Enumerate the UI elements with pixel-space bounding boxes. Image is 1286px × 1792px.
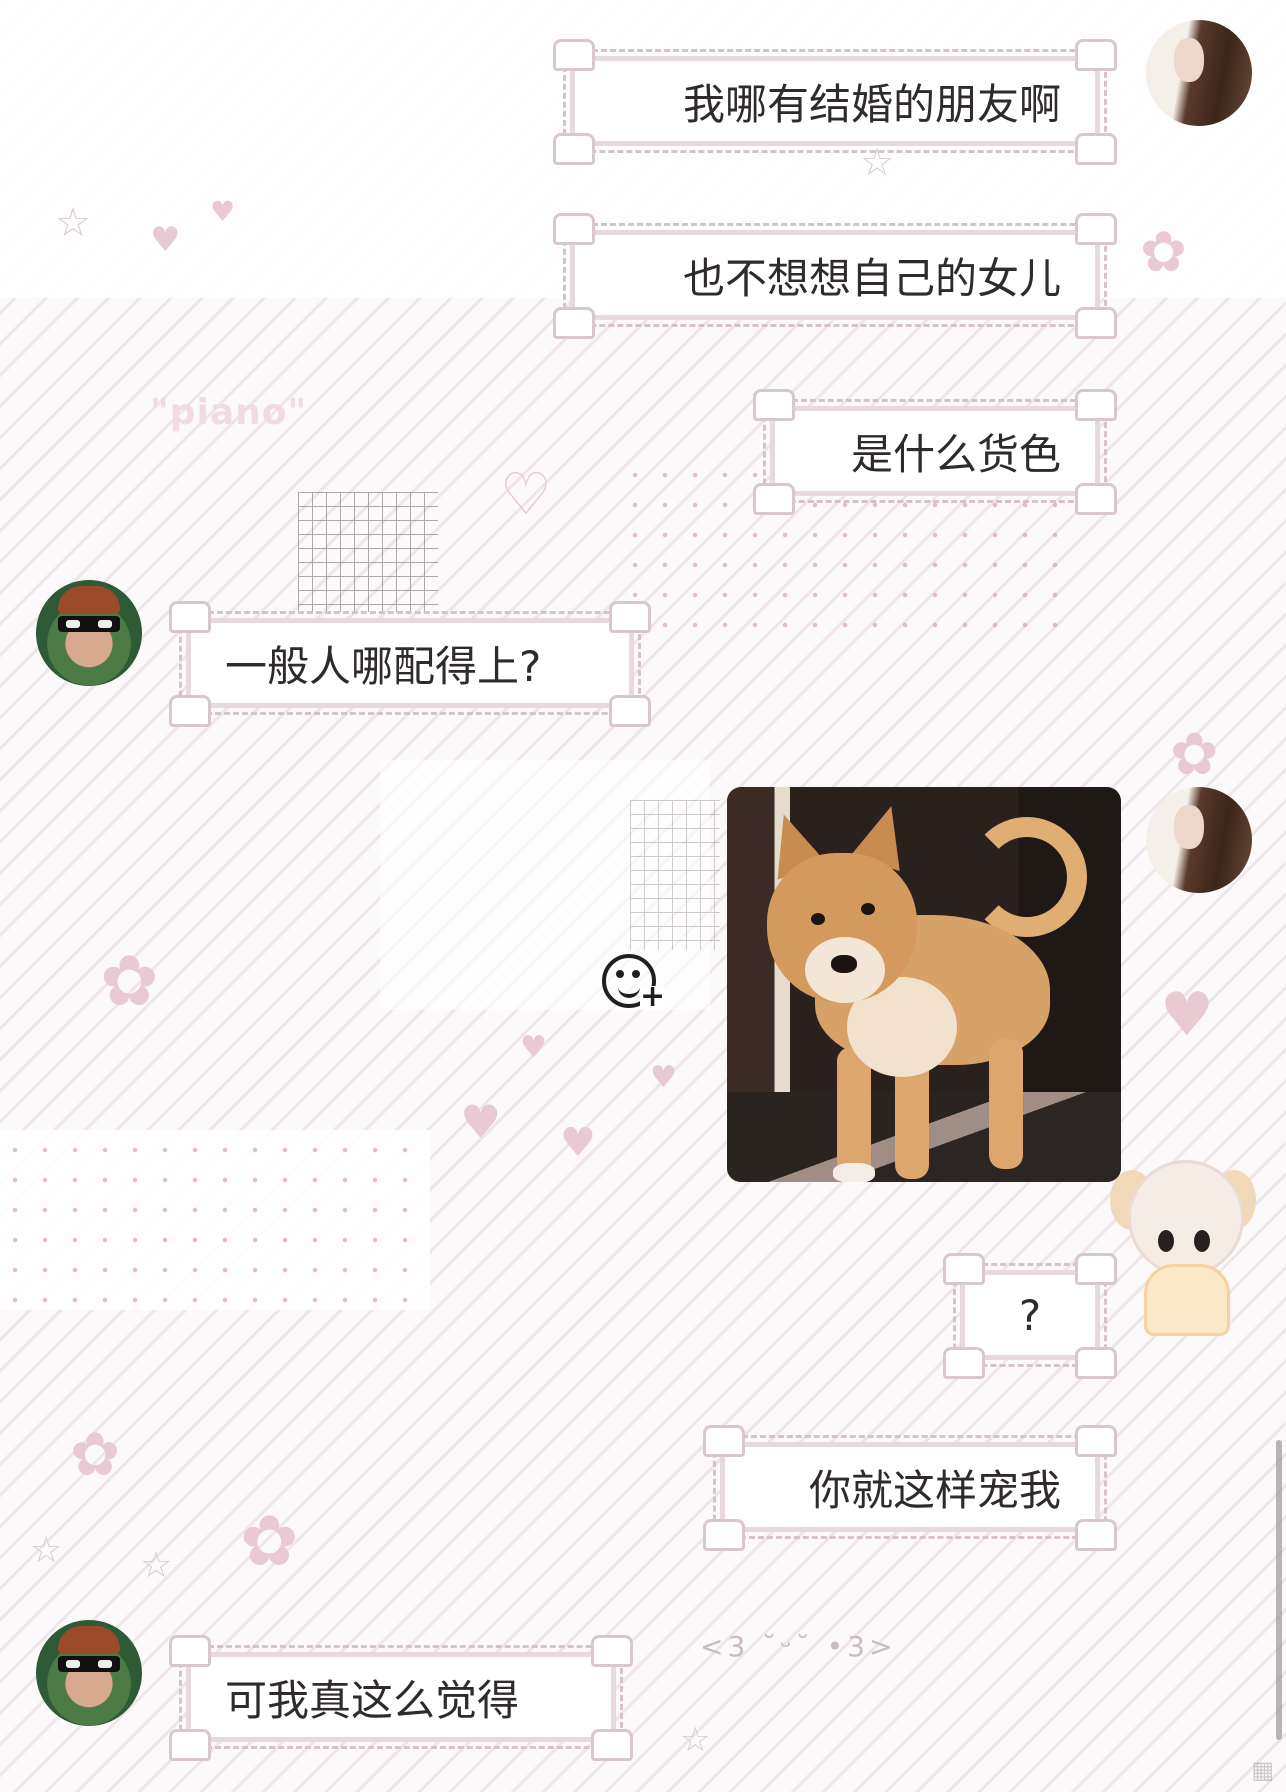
dot-pattern <box>0 1135 420 1305</box>
donut-icon: ♡ <box>500 460 552 528</box>
message-text: 也不想想自己的女儿 <box>682 253 1061 303</box>
message-bubble-outgoing[interactable]: 是什么货色 <box>753 389 1117 515</box>
sender-avatar-boy[interactable] <box>36 1620 142 1726</box>
watermark-logo: ▦ <box>1251 1756 1274 1784</box>
grid-pattern <box>630 800 720 950</box>
heart-icon: ♥ <box>520 1030 547 1065</box>
message-bubble-outgoing[interactable]: 你就这样宠我 <box>703 1425 1117 1551</box>
star-icon: ☆ <box>860 140 895 184</box>
message-bubble-incoming[interactable]: 一般人哪配得上? <box>169 601 651 727</box>
message-bubble-outgoing[interactable]: 我哪有结婚的朋友啊 <box>553 39 1117 165</box>
message-bubble-outgoing[interactable]: 也不想想自己的女儿 <box>553 213 1117 339</box>
grid-pattern <box>298 492 438 612</box>
heart-icon: ♥ <box>560 1120 596 1166</box>
heart-icon: ♥ <box>210 195 236 228</box>
sender-avatar-girl[interactable] <box>1146 787 1252 893</box>
sender-avatar-girl[interactable] <box>1146 20 1252 126</box>
sender-avatar-boy[interactable] <box>36 580 142 686</box>
paw-icon: ✿ <box>1170 720 1219 788</box>
shiba-inu-photo[interactable] <box>727 787 1121 1182</box>
star-icon: ☆ <box>140 1545 173 1586</box>
message-text: 你就这样宠我 <box>808 1465 1061 1515</box>
message-text: 可我真这么觉得 <box>225 1675 520 1725</box>
message-text: 一般人哪配得上? <box>225 641 542 691</box>
message-text: 是什么货色 <box>850 429 1061 479</box>
message-bubble-incoming[interactable]: 可我真这么觉得 <box>169 1635 633 1761</box>
message-text: 我哪有结婚的朋友啊 <box>682 79 1061 129</box>
decor-kaomoji: <3 ˘ᵕ˘ •3> <box>700 1630 897 1663</box>
pet-doll-sticker[interactable] <box>1110 1160 1260 1340</box>
paw-icon: ✿ <box>1140 220 1187 285</box>
message-bubble-outgoing[interactable]: ? <box>943 1253 1117 1379</box>
paw-icon: ✿ <box>240 1500 299 1582</box>
swirl-icon: ✿ <box>100 940 159 1022</box>
heart-icon: ♥ <box>1160 980 1214 1050</box>
emoji-add-icon[interactable]: + <box>596 948 666 1018</box>
star-icon: ☆ <box>55 200 91 246</box>
star-icon: ☆ <box>680 1720 711 1760</box>
heart-icon: ♥ <box>650 1060 677 1095</box>
paw-icon: ✿ <box>70 1420 121 1490</box>
heart-icon: ♥ <box>460 1095 502 1149</box>
heart-icon: ♥ <box>150 220 181 260</box>
star-icon: ☆ <box>30 1530 63 1571</box>
decor-text: "piano" <box>150 392 308 433</box>
message-text: ? <box>1018 1290 1042 1340</box>
scrollbar[interactable] <box>1276 1440 1282 1740</box>
